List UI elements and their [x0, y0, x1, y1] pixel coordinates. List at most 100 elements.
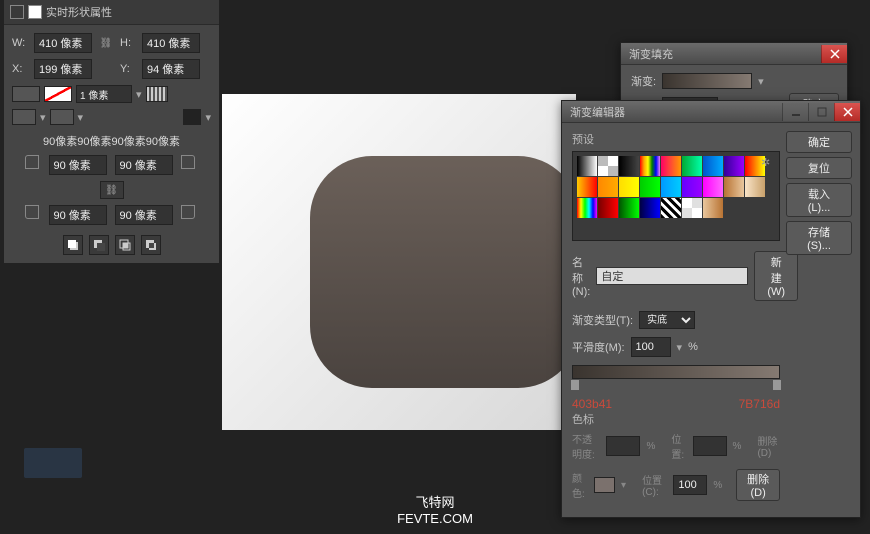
hex-left: 403b41 — [572, 397, 612, 411]
preset-box: ✲ — [572, 151, 780, 241]
radius-tr-input[interactable] — [115, 155, 173, 175]
pathop-subtract-button[interactable] — [89, 235, 109, 255]
cap-swatch[interactable] — [12, 109, 36, 125]
color-stop-right[interactable] — [773, 380, 781, 390]
gradient-name-input[interactable] — [596, 267, 748, 285]
dialog-titlebar[interactable]: 渐变填充 — [621, 43, 847, 65]
corner-tr-icon — [181, 155, 195, 169]
smoothness-input[interactable] — [631, 337, 671, 357]
x-input[interactable] — [34, 59, 92, 79]
align-stroke-swatch[interactable] — [183, 109, 201, 125]
link-radii-button[interactable]: ⛓ — [100, 181, 124, 199]
close-button[interactable] — [821, 45, 847, 63]
preset-thumb[interactable] — [724, 177, 744, 197]
h-label: H: — [120, 37, 136, 49]
preset-thumb[interactable] — [640, 156, 660, 176]
corner-br-icon — [181, 205, 195, 219]
stroke-swatch[interactable] — [44, 86, 72, 102]
position-input[interactable] — [693, 436, 727, 456]
new-button[interactable]: 新建(W) — [754, 251, 798, 301]
link-wh-icon[interactable]: ⛓ — [98, 35, 114, 51]
load-button[interactable]: 载入(L)... — [786, 183, 852, 217]
radius-br-input[interactable] — [115, 205, 173, 225]
dropdown-icon[interactable]: ▾ — [758, 75, 764, 88]
width-input[interactable] — [34, 33, 92, 53]
gradient-label: 渐变: — [631, 73, 656, 89]
fill-swatch[interactable] — [12, 86, 40, 102]
gradient-preview[interactable] — [662, 73, 752, 89]
dropdown-icon[interactable]: ▾ — [677, 341, 683, 354]
hex-right: 7B716d — [739, 397, 780, 411]
preset-thumb[interactable] — [598, 198, 618, 218]
radius-bl-input[interactable] — [49, 205, 107, 225]
watermark — [24, 448, 82, 478]
preset-thumb[interactable] — [598, 156, 618, 176]
maximize-button[interactable] — [808, 103, 834, 121]
preset-thumb[interactable] — [724, 156, 744, 176]
preset-thumb[interactable] — [619, 198, 639, 218]
preset-thumb[interactable] — [640, 198, 660, 218]
y-input[interactable] — [142, 59, 200, 79]
join-swatch[interactable] — [50, 109, 74, 125]
footer: 飞特网 FEVTE.COM — [0, 484, 870, 534]
presets-label: 预设 — [572, 131, 780, 147]
pathop-combine-button[interactable] — [63, 235, 83, 255]
height-input[interactable] — [142, 33, 200, 53]
preset-thumb[interactable] — [703, 156, 723, 176]
dropdown-icon[interactable]: ▾ — [136, 88, 142, 101]
dropdown-icon[interactable]: ▾ — [205, 111, 211, 124]
opacity-label: 不透明度: — [572, 431, 600, 461]
gear-icon[interactable]: ✲ — [761, 156, 775, 170]
reset-button[interactable]: 复位 — [786, 157, 852, 179]
preset-thumb[interactable] — [703, 177, 723, 197]
preset-thumb[interactable] — [661, 198, 681, 218]
preset-thumb[interactable] — [703, 198, 723, 218]
gradient-editor-dialog: 渐变编辑器 预设 ✲ 确定 复位 载入(L)... 存储(S)... 名称(N)… — [561, 100, 861, 518]
preset-thumb[interactable] — [619, 156, 639, 176]
stroke-style-swatch[interactable] — [146, 86, 168, 102]
position-label: 位置: — [671, 431, 686, 461]
preset-thumb[interactable] — [619, 177, 639, 197]
radius-summary: 90像素90像素90像素90像素 — [12, 133, 211, 149]
preset-thumb[interactable] — [577, 177, 597, 197]
preset-thumb[interactable] — [598, 177, 618, 197]
radius-tl-input[interactable] — [49, 155, 107, 175]
live-shape-properties-panel: 实时形状属性 W: ⛓ H: X: ⛓ Y: ▾ ▾ ▾ — [4, 0, 219, 263]
dropdown-icon[interactable]: ▾ — [78, 111, 84, 124]
preset-thumb[interactable] — [745, 177, 765, 197]
preset-thumb[interactable] — [682, 177, 702, 197]
gradient-bar[interactable] — [572, 365, 780, 379]
percent-label: % — [688, 341, 698, 353]
pathop-exclude-button[interactable] — [141, 235, 161, 255]
rounded-rect-shape[interactable] — [310, 156, 580, 388]
brand-url: FEVTE.COM — [397, 511, 473, 526]
preset-thumb[interactable] — [577, 156, 597, 176]
brand-text: 飞特网 — [415, 492, 454, 511]
dialog-titlebar[interactable]: 渐变编辑器 — [562, 101, 860, 123]
save-button[interactable]: 存储(S)... — [786, 221, 852, 255]
preset-thumb[interactable] — [640, 177, 660, 197]
corner-tl-icon — [25, 155, 39, 169]
w-label: W: — [12, 37, 28, 49]
opacity-input[interactable] — [606, 436, 640, 456]
close-button[interactable] — [834, 103, 860, 121]
x-label: X: — [12, 63, 28, 75]
color-stop-left[interactable] — [571, 380, 579, 390]
preset-thumb[interactable] — [661, 156, 681, 176]
dialog-title: 渐变编辑器 — [570, 104, 625, 120]
dropdown-icon[interactable]: ▾ — [40, 111, 46, 124]
preset-thumb[interactable] — [577, 198, 597, 218]
smooth-label: 平滑度(M): — [572, 339, 625, 355]
minimize-button[interactable] — [782, 103, 808, 121]
stroke-width-input[interactable] — [76, 85, 132, 103]
bounds-icon — [10, 5, 24, 19]
gradient-type-select[interactable]: 实底 — [639, 311, 695, 329]
panel-header: 实时形状属性 — [4, 0, 219, 25]
y-label: Y: — [120, 63, 136, 75]
type-label: 渐变类型(T): — [572, 312, 633, 328]
preset-thumb[interactable] — [682, 156, 702, 176]
pathop-intersect-button[interactable] — [115, 235, 135, 255]
ok-button[interactable]: 确定 — [786, 131, 852, 153]
preset-thumb[interactable] — [661, 177, 681, 197]
preset-thumb[interactable] — [682, 198, 702, 218]
